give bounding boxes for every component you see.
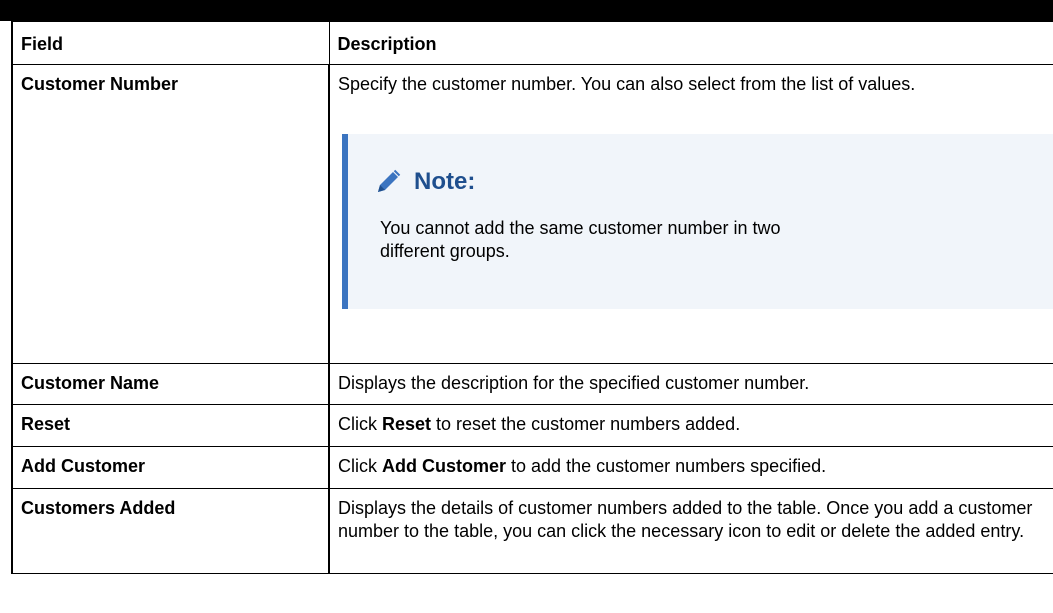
note-heading: Note: [374, 167, 1034, 197]
desc-suffix: to reset the customer numbers added. [431, 414, 741, 434]
description-cell: Click Add Customer to add the customer n… [328, 446, 1053, 489]
desc-prefix: Click [338, 456, 382, 476]
field-description-table: Field Description Customer Number Specif… [11, 21, 1053, 574]
desc-prefix: Click [338, 414, 382, 434]
table-row: Customer Number Specify the customer num… [11, 64, 1053, 364]
description-cell: Specify the customer number. You can als… [328, 64, 1053, 364]
document-page: Field Description Customer Number Specif… [0, 0, 1053, 613]
note-text: You cannot add the same customer number … [380, 218, 781, 261]
note-box: Note: You cannot add the same customer n… [342, 134, 1053, 309]
field-cell: Add Customer [11, 446, 330, 489]
header-field: Field [11, 21, 330, 65]
header-description: Description [328, 21, 1053, 65]
description-cell: Displays the details of customer numbers… [328, 488, 1053, 574]
table-row: Reset Click Reset to reset the customer … [11, 404, 1053, 447]
description-text: Specify the customer number. You can als… [338, 74, 916, 94]
pencil-icon [378, 169, 401, 192]
table-row: Customers Added Displays the details of … [11, 488, 1053, 574]
field-cell: Customers Added [11, 488, 330, 574]
desc-bold: Reset [382, 414, 432, 434]
field-cell: Customer Number [11, 64, 330, 364]
description-cell: Click Reset to reset the customer number… [328, 404, 1053, 447]
desc-suffix: to add the customer numbers specified. [506, 456, 827, 476]
table-row: Add Customer Click Add Customer to add t… [11, 446, 1053, 489]
description-cell: Displays the description for the specifi… [328, 363, 1053, 405]
field-cell: Customer Name [11, 363, 330, 405]
desc-bold: Add Customer [382, 456, 507, 476]
table-row: Customer Name Displays the description f… [11, 363, 1053, 405]
top-rule [0, 0, 1053, 21]
table-header-row: Field Description [11, 21, 1053, 65]
field-cell: Reset [11, 404, 330, 447]
note-title: Note: [414, 168, 476, 195]
